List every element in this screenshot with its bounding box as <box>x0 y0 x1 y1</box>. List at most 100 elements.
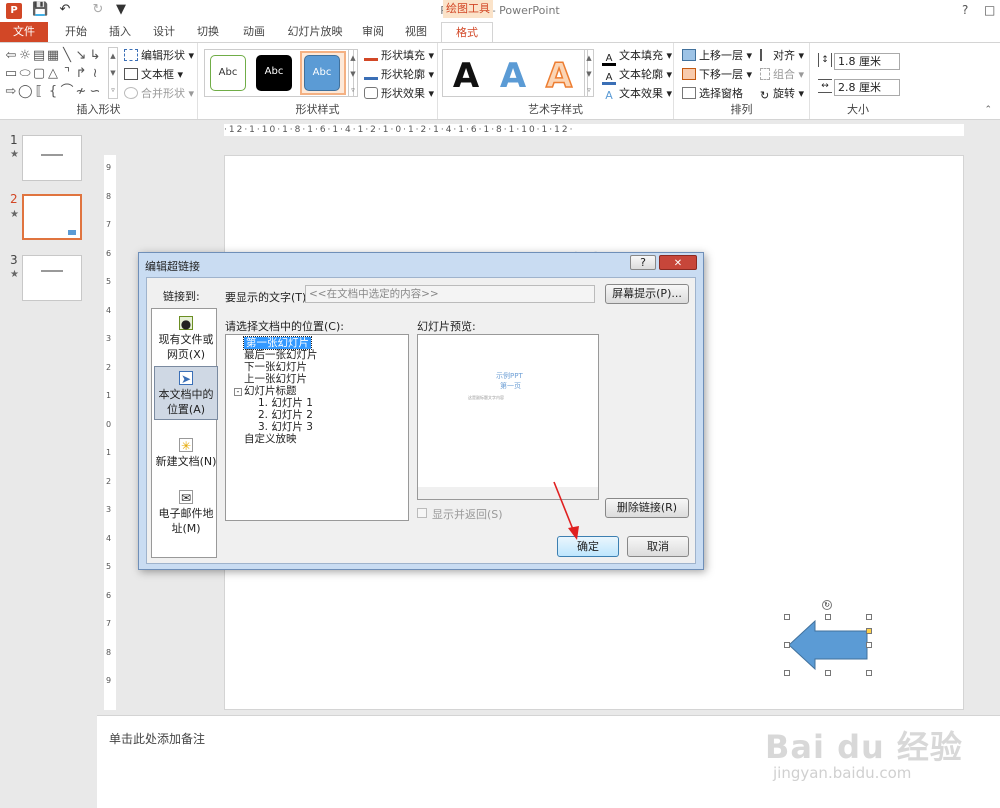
arc-shape-icon[interactable]: ⌒ <box>60 85 74 99</box>
text-outline-button[interactable]: A 文本轮廓 ▾ <box>602 66 672 85</box>
text-box-button[interactable]: 文本框 ▾ <box>124 66 183 84</box>
edit-shape-button[interactable]: 编辑形状 ▾ <box>124 47 194 65</box>
tree-item-slide-3-label: 3. 幻灯片 3 <box>258 421 313 433</box>
display-text-input[interactable]: <<在文档中选定的内容>> <box>305 285 595 303</box>
right-arrow-shape-icon[interactable]: ⇨ <box>4 85 18 99</box>
tree-item-next-slide[interactable]: 下一张幻灯片 <box>234 361 408 373</box>
collapse-ribbon-icon[interactable]: ⌃ <box>984 105 992 115</box>
textbox-shape-icon[interactable]: ▤ <box>32 49 46 63</box>
nav-existing-file-label: 现有文件或网页(X) <box>158 333 214 361</box>
resize-handle-ne[interactable] <box>866 614 872 620</box>
style-option-blue[interactable]: Abc <box>304 55 340 91</box>
tab-view[interactable]: 视图 <box>398 22 434 42</box>
rectangle-shape-icon[interactable]: ▭ <box>4 67 18 81</box>
tab-file[interactable]: 文件 <box>0 22 48 42</box>
tab-animations[interactable]: 动画 <box>236 22 272 42</box>
bracket-shape-icon[interactable]: ⟦ <box>32 85 46 99</box>
remove-link-button[interactable]: 删除链接(R) <box>605 498 689 518</box>
curve-shape-icon[interactable]: ≀ <box>88 67 102 81</box>
tree-item-slide-1[interactable]: 1. 幻灯片 1 <box>234 397 408 409</box>
tree-item-slide-3[interactable]: 3. 幻灯片 3 <box>234 421 408 433</box>
tree-item-last-slide[interactable]: 最后一张幻灯片 <box>234 349 408 361</box>
display-text-label: 要显示的文字(T): <box>225 291 311 304</box>
text-fill-button[interactable]: A 文本填充 ▾ <box>602 47 672 66</box>
slide-3-number: 3 <box>10 253 18 267</box>
brace-shape-icon[interactable]: { <box>46 85 60 99</box>
style-option-outline[interactable]: Abc <box>210 55 246 91</box>
nav-new-document[interactable]: ✳ 新建文档(N) <box>154 438 218 469</box>
star-shape-icon[interactable]: ☼ <box>18 49 32 63</box>
cancel-button[interactable]: 取消 <box>627 536 689 557</box>
arrow-shape-icon[interactable]: ⇦ <box>4 49 18 63</box>
arrange-group-label: 排列 <box>730 103 753 116</box>
bring-forward-button[interactable]: 上移一层 ▾ <box>682 47 752 65</box>
help-icon[interactable]: ? <box>962 3 968 17</box>
tab-slideshow[interactable]: 幻灯片放映 <box>282 22 348 42</box>
screentip-button[interactable]: 屏幕提示(P)... <box>605 284 689 304</box>
tab-format[interactable]: 格式 <box>441 22 493 43</box>
ribbon-options-icon[interactable]: □ <box>984 3 995 17</box>
shape-outline-button[interactable]: 形状轮廓 ▾ <box>364 66 434 84</box>
height-input[interactable]: 1.8 厘米 <box>834 53 900 70</box>
tree-item-slide-2[interactable]: 2. 幻灯片 2 <box>234 409 408 421</box>
triangle-shape-icon[interactable]: △ <box>46 67 60 81</box>
notes-pane[interactable]: 单击此处添加备注 Bai du 经验 jingyan.baidu.com <box>97 715 1000 808</box>
shape-outline-label: 形状轮廓 <box>381 68 425 81</box>
resize-handle-w[interactable] <box>784 642 790 648</box>
connector-shape-icon[interactable]: ↳ <box>88 49 102 63</box>
wordart-option-blue[interactable]: A <box>493 51 533 101</box>
send-backward-button[interactable]: 下移一层 ▾ <box>682 66 752 84</box>
tab-review[interactable]: 审阅 <box>355 22 391 42</box>
callout-shape-icon[interactable]: ◯ <box>18 85 33 99</box>
tree-item-slide-titles[interactable]: - 幻灯片标题 <box>234 385 408 397</box>
line-arrow-shape-icon[interactable]: ↘ <box>74 49 88 63</box>
nav-place-in-document[interactable]: ➤ 本文档中的位置(A) <box>154 366 218 420</box>
wordart-option-black[interactable]: A <box>446 51 486 101</box>
resize-handle-sw[interactable] <box>784 670 790 676</box>
style-option-black[interactable]: Abc <box>256 55 292 91</box>
tree-item-first-slide[interactable]: 第一张幻灯片 <box>234 336 408 350</box>
elbow-arrow-shape-icon[interactable]: ↱ <box>74 67 88 81</box>
nav-email-address[interactable]: ✉ 电子邮件地址(M) <box>154 490 218 536</box>
tab-home[interactable]: 开始 <box>58 22 94 42</box>
resize-handle-nw[interactable] <box>784 614 790 620</box>
dialog-close-button[interactable]: ✕ <box>659 255 697 270</box>
collapse-icon[interactable]: - <box>234 388 242 396</box>
slide-2-thumbnail[interactable] <box>22 194 82 240</box>
resize-handle-n[interactable] <box>825 614 831 620</box>
nav-existing-file[interactable]: ● 现有文件或网页(X) <box>154 316 218 362</box>
freeform-shape-icon[interactable]: ≁ <box>74 85 88 99</box>
tab-design[interactable]: 设计 <box>146 22 182 42</box>
wordart-scroll[interactable]: ▲ ▼ ▿ <box>584 49 594 97</box>
width-input[interactable]: 2.8 厘米 <box>834 79 900 96</box>
rounded-rect-shape-icon[interactable]: ▢ <box>32 67 46 81</box>
shape-styles-scroll[interactable]: ▲ ▼ ▿ <box>348 49 358 97</box>
tab-insert[interactable]: 插入 <box>102 22 138 42</box>
wordart-option-orange-outline[interactable]: A <box>539 51 579 101</box>
vertical-ruler-number: 4 <box>106 533 112 543</box>
scribble-shape-icon[interactable]: ∽ <box>88 85 102 99</box>
show-and-return-checkbox[interactable] <box>417 508 427 518</box>
tab-transitions[interactable]: 切换 <box>190 22 226 42</box>
shape-fill-button[interactable]: 形状填充 ▾ <box>364 47 434 65</box>
selected-arrow-shape[interactable]: ↻ <box>784 600 872 676</box>
adjust-handle-yellow[interactable] <box>866 628 872 634</box>
resize-handle-e[interactable] <box>866 642 872 648</box>
oval-shape-icon[interactable]: ⬭ <box>18 67 32 81</box>
align-button[interactable]: 对齐 ▾ <box>760 47 804 65</box>
tree-item-custom-shows[interactable]: 自定义放映 <box>234 433 408 445</box>
group-button[interactable]: 组合 ▾ <box>760 66 804 84</box>
slide-1-thumbnail[interactable] <box>22 135 82 181</box>
rotate-handle-icon[interactable]: ↻ <box>822 600 832 610</box>
shapes-gallery-scroll[interactable]: ▲ ▼ ▿ <box>108 47 118 99</box>
dialog-help-button[interactable]: ? <box>630 255 656 270</box>
line-shape-icon[interactable]: ╲ <box>60 49 74 63</box>
resize-handle-se[interactable] <box>866 670 872 676</box>
slide-3-thumbnail[interactable] <box>22 255 82 301</box>
elbow-connector-shape-icon[interactable]: ⌝ <box>60 67 74 81</box>
resize-handle-s[interactable] <box>825 670 831 676</box>
shapes-gallery[interactable]: ⇦ ☼ ▤ ▦ ╲ ↘ ↳ ▭ ⬭ ▢ △ ⌝ ↱ ≀ ⇨ ◯ ⟦{⌒ ≁ ∽ <box>4 47 116 101</box>
textbox-vertical-shape-icon[interactable]: ▦ <box>46 49 60 63</box>
document-place-tree[interactable]: 第一张幻灯片 最后一张幻灯片 下一张幻灯片 上一张幻灯片 - 幻灯片标题 1. 幻… <box>225 334 409 521</box>
tree-item-previous-slide[interactable]: 上一张幻灯片 <box>234 373 408 385</box>
